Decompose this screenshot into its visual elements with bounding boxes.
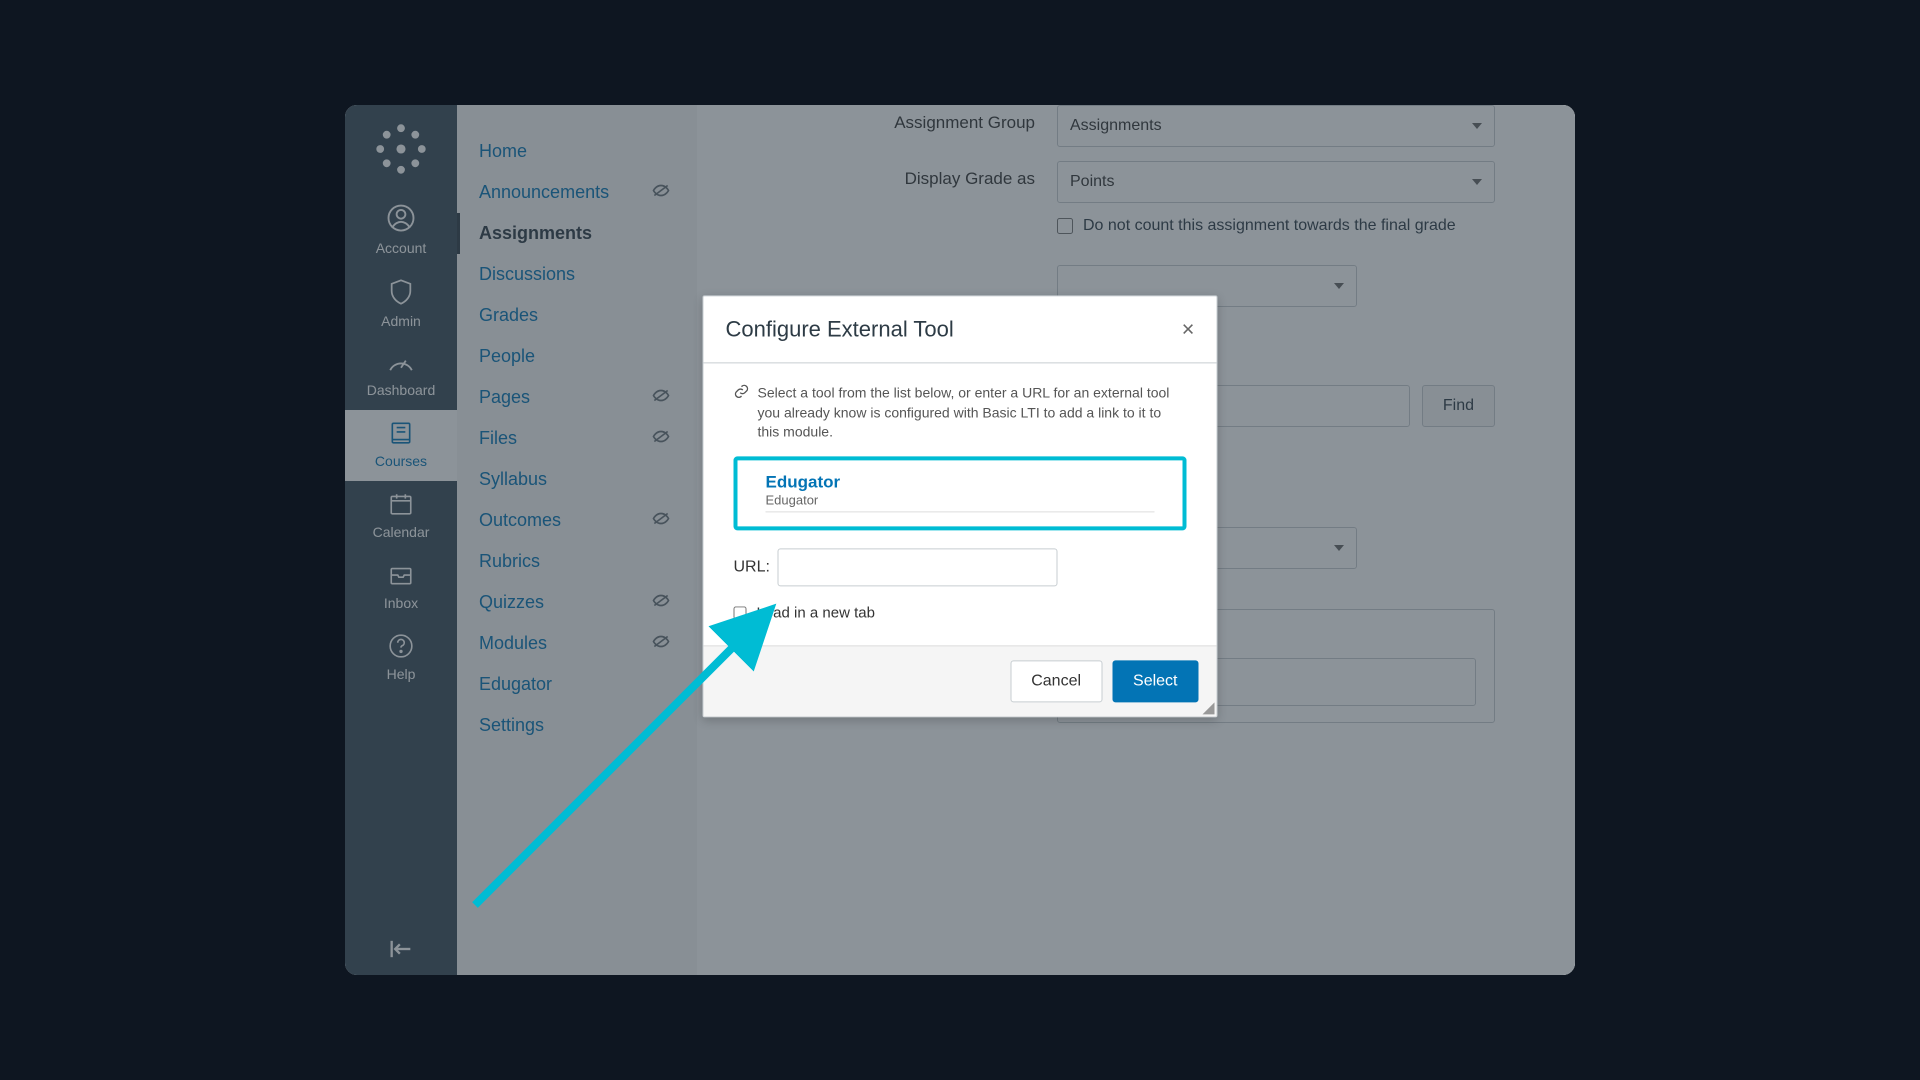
calendar-icon bbox=[345, 491, 457, 520]
nav-account[interactable]: Account bbox=[345, 193, 457, 268]
select-button[interactable]: Select bbox=[1112, 660, 1198, 702]
hidden-icon bbox=[651, 182, 671, 203]
tool-name: Edugator bbox=[766, 472, 1155, 492]
find-button[interactable]: Find bbox=[1422, 385, 1495, 427]
url-input[interactable] bbox=[778, 548, 1058, 586]
link-icon bbox=[734, 383, 750, 442]
tool-tile-edugator[interactable]: Edugator Edugator bbox=[734, 456, 1187, 530]
coursenav-settings[interactable]: Settings bbox=[457, 705, 697, 746]
modal-header: Configure External Tool × bbox=[704, 296, 1217, 363]
course-nav: Home Announcements Assignments Discussio… bbox=[457, 105, 697, 975]
coursenav-rubrics[interactable]: Rubrics bbox=[457, 541, 697, 582]
shield-icon bbox=[345, 278, 457, 309]
nav-label: Account bbox=[376, 240, 427, 256]
coursenav-assignments[interactable]: Assignments bbox=[457, 213, 697, 254]
modal-footer: Cancel Select bbox=[704, 645, 1217, 716]
assignment-group-select[interactable]: Assignments bbox=[1057, 105, 1495, 147]
nav-label: Inbox bbox=[384, 595, 418, 611]
cancel-button[interactable]: Cancel bbox=[1010, 660, 1102, 702]
no-count-label: Do not count this assignment towards the… bbox=[1083, 217, 1456, 235]
nav-dashboard[interactable]: Dashboard bbox=[345, 341, 457, 410]
coursenav-announcements[interactable]: Announcements bbox=[457, 172, 697, 213]
coursenav-discussions[interactable]: Discussions bbox=[457, 254, 697, 295]
url-label: URL: bbox=[734, 558, 770, 576]
assignment-group-label: Assignment Group bbox=[697, 105, 1057, 133]
nav-label: Help bbox=[387, 666, 416, 682]
display-grade-select[interactable]: Points bbox=[1057, 161, 1495, 203]
coursenav-edugator[interactable]: Edugator bbox=[457, 664, 697, 705]
nav-label: Courses bbox=[375, 453, 427, 469]
nav-inbox[interactable]: Inbox bbox=[345, 552, 457, 623]
no-count-checkbox-row[interactable]: Do not count this assignment towards the… bbox=[1057, 217, 1495, 235]
modal-instruction: Select a tool from the list below, or en… bbox=[734, 383, 1187, 442]
question-circle-icon bbox=[345, 633, 457, 662]
nav-label: Calendar bbox=[373, 524, 430, 540]
nav-help[interactable]: Help bbox=[345, 623, 457, 694]
nav-admin[interactable]: Admin bbox=[345, 268, 457, 341]
canvas-logo-icon bbox=[375, 123, 427, 175]
speedometer-icon bbox=[345, 351, 457, 378]
coursenav-people[interactable]: People bbox=[457, 336, 697, 377]
inbox-icon bbox=[345, 562, 457, 591]
coursenav-modules[interactable]: Modules bbox=[457, 623, 697, 664]
nav-label: Admin bbox=[381, 313, 421, 329]
nav-label: Dashboard bbox=[367, 382, 436, 398]
modal-body: Select a tool from the list below, or en… bbox=[704, 363, 1217, 645]
user-circle-icon bbox=[345, 203, 457, 236]
coursenav-pages[interactable]: Pages bbox=[457, 377, 697, 418]
load-new-tab-checkbox[interactable] bbox=[734, 606, 747, 619]
app-window: Account Admin Dashboard Courses Calendar… bbox=[345, 105, 1575, 975]
configure-external-tool-modal: Configure External Tool × Select a tool … bbox=[703, 295, 1218, 717]
modal-title: Configure External Tool bbox=[726, 316, 954, 342]
resize-handle-icon[interactable] bbox=[1203, 702, 1215, 714]
hidden-icon bbox=[651, 387, 671, 408]
display-grade-label: Display Grade as bbox=[697, 161, 1057, 189]
coursenav-outcomes[interactable]: Outcomes bbox=[457, 500, 697, 541]
hidden-icon bbox=[651, 633, 671, 654]
collapse-nav-icon[interactable] bbox=[345, 938, 457, 965]
coursenav-syllabus[interactable]: Syllabus bbox=[457, 459, 697, 500]
global-nav: Account Admin Dashboard Courses Calendar… bbox=[345, 105, 457, 975]
nav-calendar[interactable]: Calendar bbox=[345, 481, 457, 552]
no-count-checkbox[interactable] bbox=[1057, 218, 1073, 234]
tool-description: Edugator bbox=[766, 492, 1155, 512]
hidden-icon bbox=[651, 510, 671, 531]
book-icon bbox=[345, 420, 457, 449]
coursenav-quizzes[interactable]: Quizzes bbox=[457, 582, 697, 623]
nav-courses[interactable]: Courses bbox=[345, 410, 457, 481]
modal-close-button[interactable]: × bbox=[1182, 316, 1195, 342]
coursenav-grades[interactable]: Grades bbox=[457, 295, 697, 336]
coursenav-files[interactable]: Files bbox=[457, 418, 697, 459]
hidden-icon bbox=[651, 592, 671, 613]
load-new-tab-row[interactable]: Load in a new tab bbox=[734, 604, 1187, 621]
hidden-icon bbox=[651, 428, 671, 449]
coursenav-home[interactable]: Home bbox=[457, 131, 697, 172]
